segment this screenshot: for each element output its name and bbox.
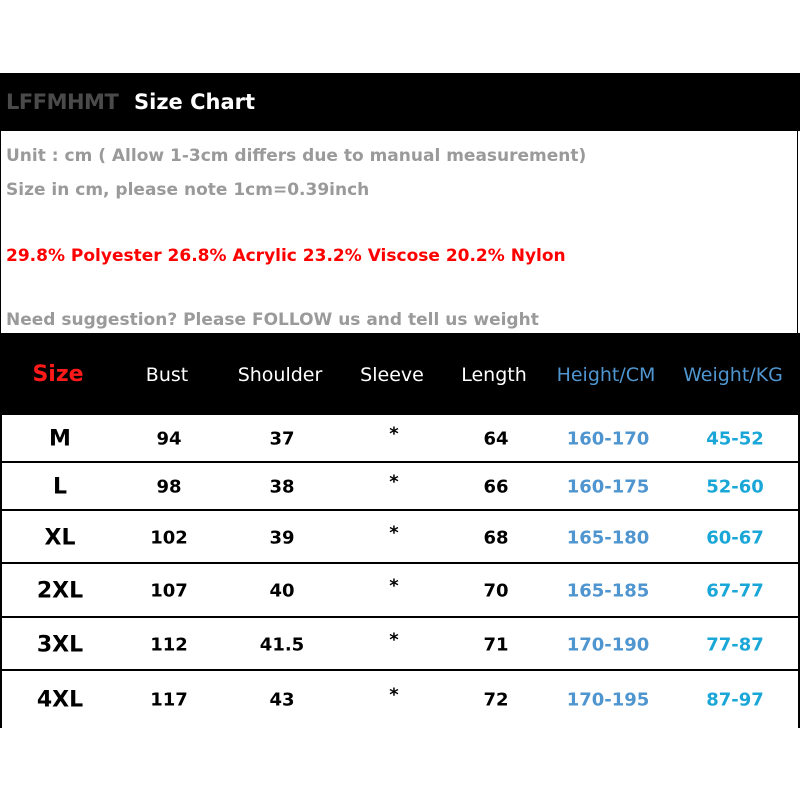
header-size: Size: [32, 362, 84, 387]
table-row: 3XL 112 41.5 * 71 170-190 77-87: [2, 618, 798, 671]
cell-weight: 52-60: [706, 476, 764, 498]
cell-shoulder: 39: [269, 527, 295, 548]
cell-sleeve: *: [389, 471, 399, 493]
cell-size: 4XL: [36, 687, 84, 712]
table-header: Size Bust Shoulder Sleeve Length Height/…: [0, 333, 800, 415]
cell-height: 160-175: [566, 476, 650, 498]
cell-size: 2XL: [36, 578, 84, 604]
header-length: Length: [461, 364, 527, 386]
cell-height: 170-190: [566, 634, 650, 655]
table-row: XL 102 39 * 68 165-180 60-67: [2, 511, 798, 564]
cell-sleeve: *: [389, 629, 399, 650]
unit-note: Unit : cm ( Allow 1-3cm differs due to m…: [6, 146, 587, 166]
suggestion-note: Need suggestion? Please FOLLOW us and te…: [6, 310, 539, 330]
cell-shoulder: 41.5: [259, 634, 305, 655]
cell-length: 72: [483, 689, 509, 710]
cell-bust: 94: [156, 428, 182, 450]
info-panel: Unit : cm ( Allow 1-3cm differs due to m…: [0, 131, 798, 333]
size-chart: LFFMHMT Size Chart Unit : cm ( Allow 1-3…: [0, 73, 800, 728]
conversion-note: Size in cm, please note 1cm=0.39inch: [6, 180, 370, 200]
cell-length: 71: [483, 634, 509, 655]
cell-sleeve: *: [389, 684, 399, 705]
cell-sleeve: *: [389, 423, 399, 445]
cell-height: 170-195: [566, 689, 650, 710]
cell-weight: 77-87: [706, 634, 764, 655]
cell-sleeve: *: [389, 522, 399, 543]
cell-weight: 60-67: [706, 527, 764, 548]
material-composition: 29.8% Polyester 26.8% Acrylic 23.2% Visc…: [6, 246, 566, 266]
table-row: 2XL 107 40 * 70 165-185 67-77: [2, 564, 798, 618]
header-bust: Bust: [145, 364, 189, 386]
title-bar: LFFMHMT Size Chart: [0, 73, 800, 131]
cell-shoulder: 38: [269, 476, 295, 498]
header-weight: Weight/KG: [683, 364, 783, 386]
chart-title: Size Chart: [134, 90, 256, 114]
table-row: L 98 38 * 66 160-175 52-60: [2, 463, 798, 511]
cell-bust: 107: [150, 580, 188, 602]
cell-shoulder: 40: [269, 580, 295, 602]
cell-size: XL: [44, 525, 76, 550]
cell-sleeve: *: [389, 575, 399, 597]
cell-height: 160-170: [566, 428, 650, 450]
table-body: M 94 37 * 64 160-170 45-52 L 98 38 * 66 160-175 52-60…: [0, 415, 800, 728]
header-sleeve: Sleeve: [360, 364, 424, 386]
cell-length: 70: [483, 580, 509, 602]
cell-size: M: [49, 426, 71, 452]
cell-weight: 45-52: [706, 428, 764, 450]
cell-length: 68: [483, 527, 509, 548]
header-height: Height/CM: [556, 364, 656, 386]
brand-name: LFFMHMT: [6, 90, 119, 114]
cell-bust: 112: [150, 634, 188, 655]
cell-length: 64: [483, 428, 509, 450]
cell-weight: 87-97: [706, 689, 764, 710]
cell-weight: 67-77: [706, 580, 764, 602]
cell-height: 165-180: [566, 527, 650, 548]
header-shoulder: Shoulder: [237, 364, 323, 386]
cell-height: 165-185: [566, 580, 650, 602]
cell-size: 3XL: [36, 632, 84, 657]
cell-shoulder: 37: [269, 428, 295, 450]
cell-bust: 117: [150, 689, 188, 710]
table-row: 4XL 117 43 * 72 170-195 87-97: [2, 671, 798, 728]
cell-bust: 102: [150, 527, 188, 548]
cell-bust: 98: [156, 476, 182, 498]
cell-length: 66: [483, 476, 509, 498]
cell-shoulder: 43: [269, 689, 295, 710]
table-row: M 94 37 * 64 160-170 45-52: [2, 415, 798, 463]
cell-size: L: [52, 474, 68, 500]
